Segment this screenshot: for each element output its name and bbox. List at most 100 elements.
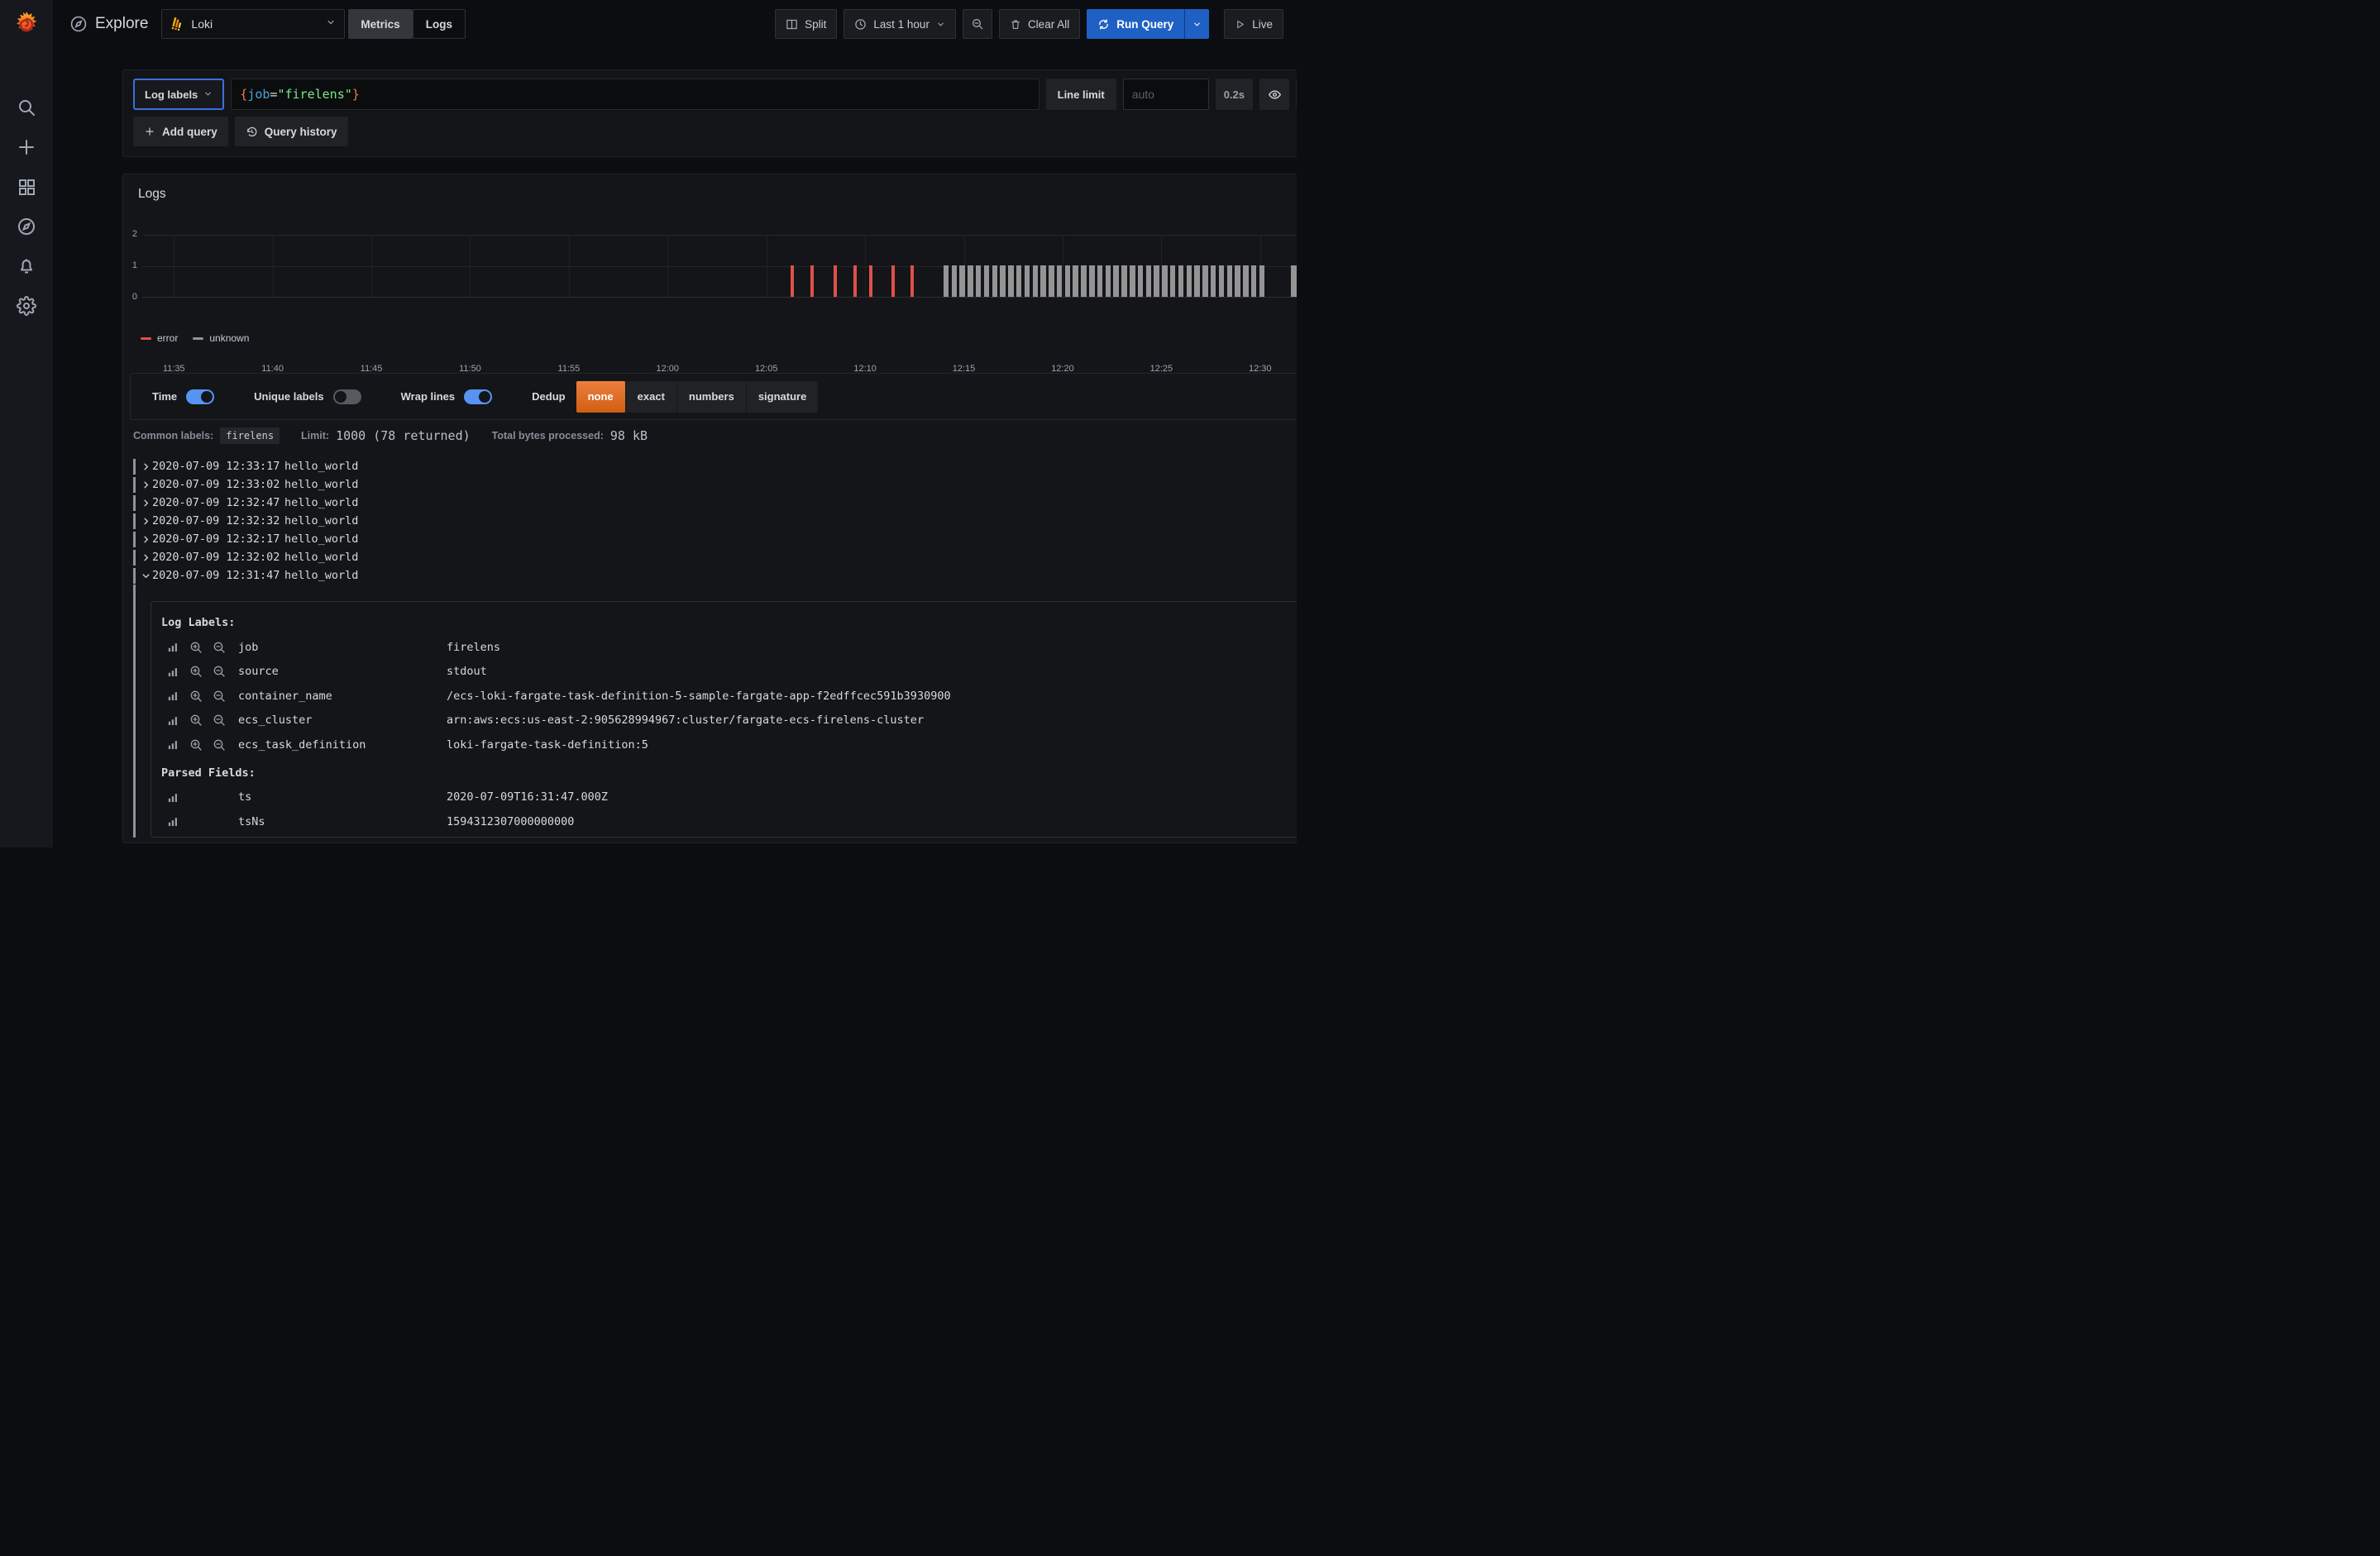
stats-bar-chart-icon[interactable]: [168, 792, 178, 803]
legend-item-error[interactable]: error: [141, 332, 178, 344]
chevron-down-icon: [1192, 20, 1202, 29]
query-time-badge: 0.2s: [1216, 79, 1253, 110]
line-limit-input[interactable]: [1123, 79, 1209, 110]
log-level-bar: [133, 532, 136, 547]
time-range-picker[interactable]: Last 1 hour: [844, 9, 956, 39]
chevron-right-icon[interactable]: [139, 480, 152, 489]
log-message: hello_world: [284, 514, 1297, 527]
unique-labels-toggle[interactable]: [333, 389, 361, 404]
bytes-processed-label: Total bytes processed:: [492, 430, 604, 442]
add-query-button[interactable]: Add query: [133, 117, 228, 146]
stats-bar-chart-icon[interactable]: [168, 739, 178, 750]
dedup-option-exact[interactable]: exact: [626, 381, 677, 413]
stats-bar-chart-icon[interactable]: [168, 816, 178, 827]
dedup-option-none[interactable]: none: [576, 381, 626, 413]
chevron-right-icon[interactable]: [139, 499, 152, 508]
histogram-bar-unknown: [1057, 265, 1063, 297]
datasource-picker[interactable]: Loki: [161, 9, 345, 39]
log-level-bar: [133, 477, 136, 493]
parsed-field-key: tsNs: [238, 815, 447, 828]
query-history-button[interactable]: Query history: [235, 117, 348, 146]
log-row[interactable]: 2020-07-09 12:31:47hello_world: [133, 566, 1297, 585]
logs-histogram[interactable]: [142, 235, 1297, 298]
log-message: hello_world: [284, 551, 1297, 564]
parsed-field-value: 2020-07-09T16:31:47.000Z: [447, 790, 1297, 804]
log-row[interactable]: 2020-07-09 12:33:02hello_world: [133, 475, 1297, 494]
grafana-logo[interactable]: [12, 10, 41, 40]
histogram-bar-unknown: [1121, 265, 1127, 297]
log-row[interactable]: 2020-07-09 12:32:02hello_world: [133, 548, 1297, 566]
chevron-right-icon[interactable]: [139, 462, 152, 471]
histogram-bar-error: [791, 265, 794, 297]
filter-for-zoom-in-icon[interactable]: [189, 690, 203, 703]
split-button[interactable]: Split: [775, 9, 837, 39]
toggle-visibility-button[interactable]: [1259, 79, 1289, 110]
run-query-button[interactable]: Run Query: [1087, 9, 1209, 39]
legend-item-unknown[interactable]: unknown: [193, 332, 249, 344]
sidebar: [0, 0, 53, 847]
chevron-right-icon[interactable]: [139, 517, 152, 526]
stats-bar-chart-icon[interactable]: [168, 715, 178, 726]
common-labels-label: Common labels:: [133, 430, 213, 442]
log-level-bar: [133, 568, 136, 584]
filter-out-zoom-out-icon[interactable]: [213, 714, 226, 727]
log-labels-title: Log Labels:: [161, 610, 1297, 635]
label-value: arn:aws:ecs:us-east-2:905628994967:clust…: [447, 714, 1297, 727]
zoom-out-time-button[interactable]: [963, 9, 992, 39]
log-row[interactable]: 2020-07-09 12:33:17hello_world: [133, 457, 1297, 475]
tab-metrics[interactable]: Metrics: [348, 9, 412, 39]
y-tick-label: 0: [123, 292, 137, 302]
histogram-bar-unknown: [1227, 265, 1233, 297]
filter-for-zoom-in-icon[interactable]: [189, 665, 203, 678]
wrap-lines-toggle[interactable]: [464, 389, 492, 404]
dedup-option-signature[interactable]: signature: [747, 381, 819, 413]
chevron-right-icon[interactable]: [139, 553, 152, 562]
histogram-bar-unknown: [1000, 265, 1006, 297]
dedup-option-numbers[interactable]: numbers: [677, 381, 747, 413]
live-button[interactable]: Live: [1224, 9, 1283, 39]
refresh-icon: [1097, 18, 1110, 31]
stats-bar-chart-icon[interactable]: [168, 642, 178, 652]
dedup-label: Dedup: [532, 390, 565, 403]
histogram-bar-unknown: [1194, 265, 1200, 297]
log-row[interactable]: 2020-07-09 12:32:32hello_world: [133, 512, 1297, 530]
alerting-bell-icon[interactable]: [17, 256, 36, 276]
remove-query-button[interactable]: [1296, 79, 1297, 110]
clear-all-button[interactable]: Clear All: [999, 9, 1080, 39]
stats-bar-chart-icon[interactable]: [168, 690, 178, 701]
query-input[interactable]: {job="firelens"}: [231, 79, 1039, 110]
mode-tabs: MetricsLogs: [348, 9, 466, 39]
datasource-selected: Loki: [191, 17, 213, 31]
query-editor-card: Log labels {job="firelens"} Line limit 0…: [122, 69, 1297, 157]
filter-out-zoom-out-icon[interactable]: [213, 738, 226, 752]
filter-out-zoom-out-icon[interactable]: [213, 665, 226, 678]
settings-gear-icon[interactable]: [17, 296, 36, 316]
filter-out-zoom-out-icon[interactable]: [213, 690, 226, 703]
stats-bar-chart-icon[interactable]: [168, 666, 178, 677]
page-title: Explore: [95, 15, 148, 33]
filter-for-zoom-in-icon[interactable]: [189, 738, 203, 752]
filter-for-zoom-in-icon[interactable]: [189, 714, 203, 727]
filter-out-zoom-out-icon[interactable]: [213, 641, 226, 654]
explore-compass-icon[interactable]: [17, 217, 36, 236]
parsed-field-value: 1594312307000000000: [447, 815, 1297, 828]
limit-value: 1000 (78 returned): [336, 428, 471, 443]
log-row[interactable]: 2020-07-09 12:32:47hello_world: [133, 494, 1297, 512]
time-toggle[interactable]: [186, 389, 214, 404]
search-icon[interactable]: [17, 98, 36, 117]
histogram-bar-unknown: [1251, 265, 1257, 297]
log-level-bar: [133, 495, 136, 511]
log-timestamp: 2020-07-09 12:33:02: [152, 478, 284, 491]
tab-logs[interactable]: Logs: [413, 9, 466, 39]
query-token: =: [270, 87, 277, 102]
filter-for-zoom-in-icon[interactable]: [189, 641, 203, 654]
chevron-down-icon[interactable]: [139, 571, 152, 580]
create-plus-icon[interactable]: [17, 137, 36, 157]
log-row[interactable]: 2020-07-09 12:32:17hello_world: [133, 530, 1297, 548]
log-labels-button[interactable]: Log labels: [133, 79, 224, 110]
legend-label: unknown: [209, 332, 249, 344]
dashboards-grid-icon[interactable]: [17, 177, 36, 197]
chevron-right-icon[interactable]: [139, 535, 152, 544]
run-query-dropdown[interactable]: [1184, 9, 1209, 39]
chevron-down-icon: [936, 20, 945, 29]
